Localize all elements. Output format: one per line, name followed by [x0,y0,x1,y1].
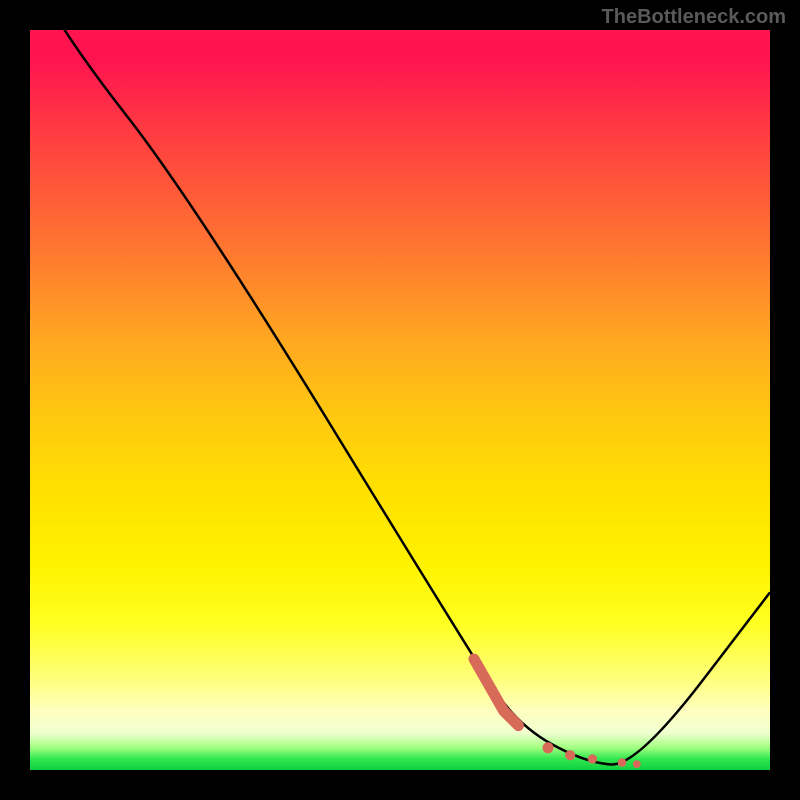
highlight-dot [618,758,627,767]
highlight-dot [543,742,554,753]
highlight-dot [565,750,575,760]
chart-plot-area [30,30,770,770]
highlight-segment [474,659,641,768]
highlight-dot [633,760,641,768]
highlight-dot [588,754,597,763]
watermark-text: TheBottleneck.com [602,6,786,29]
chart-svg [30,30,770,770]
main-curve [30,0,770,764]
